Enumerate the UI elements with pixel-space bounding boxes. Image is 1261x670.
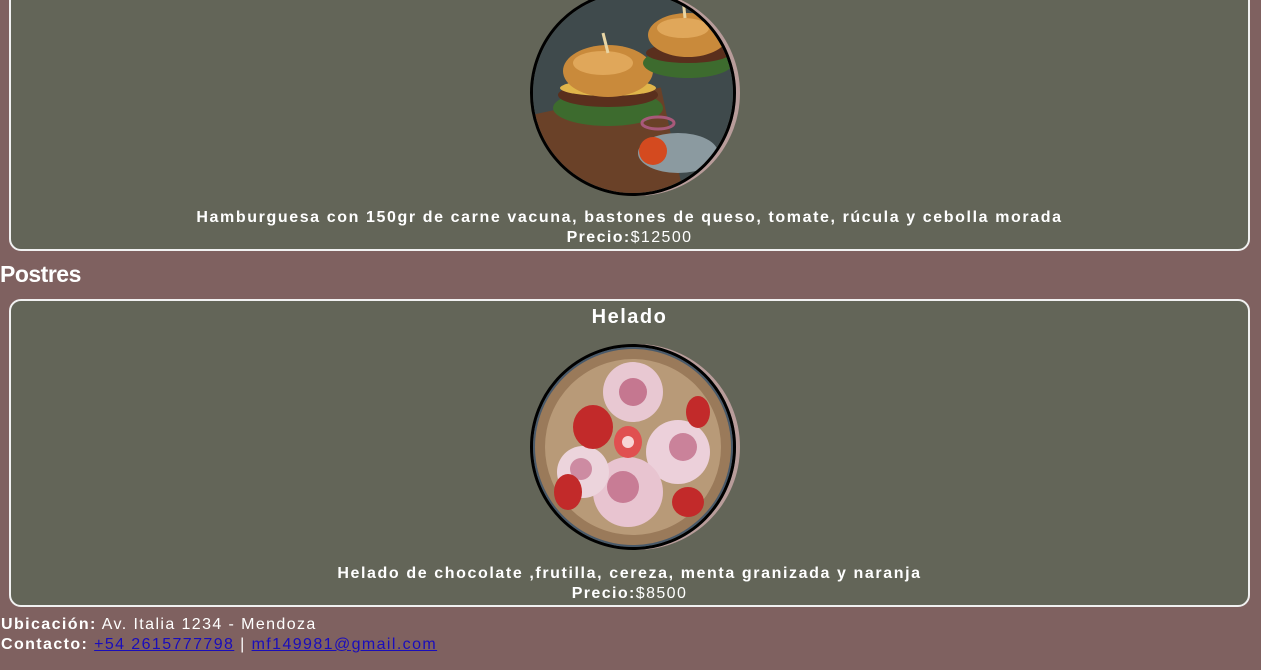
helado-description: Helado de chocolate ,frutilla, cereza, m… xyxy=(337,565,922,582)
helado-title: Helado xyxy=(591,306,668,328)
contact-label: Contacto: xyxy=(1,636,89,653)
menu-card-helado: Helado Helado de chocolate ,frutilla, ce… xyxy=(9,299,1250,607)
helado-photo xyxy=(530,344,736,550)
hamburguesa-price: Precio:$12500 xyxy=(11,228,1248,248)
footer-location: Ubicación: Av. Italia 1234 - Mendoza xyxy=(1,615,317,635)
hamburguesa-photo xyxy=(530,0,736,196)
price-value: $8500 xyxy=(635,585,688,602)
section-heading-postres: Postres xyxy=(0,261,81,287)
price-label: Precio: xyxy=(566,229,631,246)
location-label: Ubicación: xyxy=(1,616,97,633)
price-value: $12500 xyxy=(630,229,693,246)
phone-link[interactable]: +54 2615777798 xyxy=(94,636,234,653)
burger-illustration xyxy=(533,0,733,193)
helado-price: Precio:$8500 xyxy=(11,584,1248,604)
location-value: Av. Italia 1234 - Mendoza xyxy=(101,616,317,633)
hamburguesa-description: Hamburguesa con 150gr de carne vacuna, b… xyxy=(196,209,1063,226)
email-link[interactable]: mf149981@gmail.com xyxy=(252,636,438,653)
contact-separator: | xyxy=(240,636,246,653)
footer-contact: Contacto: +54 2615777798 | mf149981@gmai… xyxy=(1,635,437,655)
price-label: Precio: xyxy=(571,585,636,602)
menu-card-hamburguesa: Hamburguesa con 150gr de carne vacuna, b… xyxy=(9,0,1250,251)
ice-cream-illustration xyxy=(533,347,733,547)
